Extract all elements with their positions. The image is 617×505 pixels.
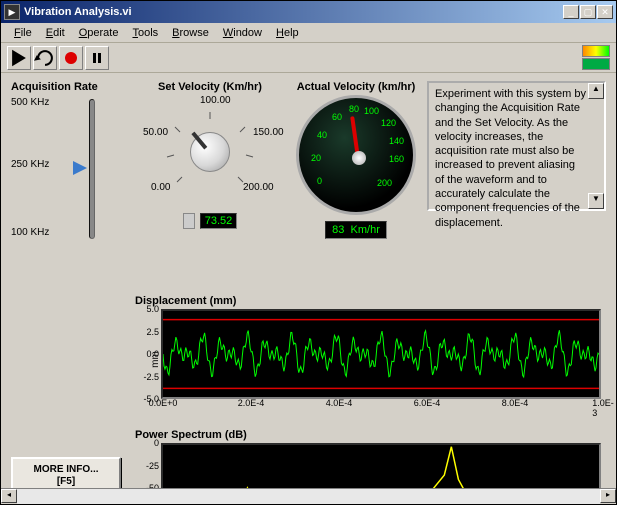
set-velocity-value[interactable]: 73.52 (200, 213, 238, 229)
maximize-button[interactable]: ▢ (580, 5, 596, 19)
run-button[interactable] (7, 46, 31, 70)
window-title: Vibration Analysis.vi (24, 6, 563, 18)
actual-velocity-block: Actual Velocity (km/hr) 0 20 40 60 80 10… (291, 81, 421, 291)
displacement-chart: 0.0E+02.0E-44.0E-46.0E-48.0E-41.0E-3 (161, 309, 601, 399)
displacement-chart-block: Displacement (mm) mm 0.0E+02.0E-44.0E-46… (135, 295, 606, 425)
info-text-box: Experiment with this system by changing … (427, 81, 606, 211)
menu-browse[interactable]: Browse (165, 25, 216, 41)
minimize-button[interactable]: _ (563, 5, 579, 19)
scroll-down-icon[interactable]: ▼ (588, 193, 604, 209)
power-title: Power Spectrum (dB) (135, 429, 606, 441)
status-indicator-icon (582, 58, 610, 70)
info-text: Experiment with this system by changing … (435, 88, 586, 229)
menu-file[interactable]: File (7, 25, 39, 41)
actual-velocity-gauge: 0 20 40 60 80 100 120 140 160 200 (296, 95, 416, 215)
record-button[interactable] (59, 46, 83, 70)
menu-help[interactable]: Help (269, 25, 306, 41)
slider-tick-100: 100 KHz (11, 227, 49, 238)
content-area: Acquisition Rate 500 KHz 250 KHz 100 KHz… (1, 73, 616, 488)
menu-operate[interactable]: Operate (72, 25, 126, 41)
acquisition-rate-slider[interactable]: 500 KHz 250 KHz 100 KHz (11, 99, 131, 249)
actual-velocity-label: Actual Velocity (km/hr) (291, 81, 421, 93)
close-button[interactable]: ✕ (597, 5, 613, 19)
more-info-button[interactable]: MORE INFO... [F5] (11, 457, 121, 488)
slider-tick-250: 250 KHz (11, 159, 49, 170)
actual-velocity-readout: 83 Km/hr (325, 221, 387, 239)
power-chart-block: Power Spectrum (dB) db 0.020.040.060.080… (135, 429, 606, 488)
toolbar (1, 43, 616, 73)
info-scrollbar[interactable]: ▲ ▼ (588, 83, 604, 209)
set-velocity-block: Set Velocity (Km/hr) 100.00 50.00 150.00… (135, 81, 285, 291)
signal-indicator-icon (582, 45, 610, 57)
scroll-up-icon[interactable]: ▲ (588, 83, 604, 99)
menubar: File Edit Operate Tools Browse Window He… (1, 23, 616, 43)
scroll-left-icon[interactable]: ◂ (1, 489, 17, 503)
menu-tools[interactable]: Tools (125, 25, 165, 41)
acquisition-rate-label: Acquisition Rate (11, 81, 131, 93)
scroll-right-icon[interactable]: ▸ (600, 489, 616, 503)
slider-thumb-icon[interactable] (73, 161, 87, 175)
titlebar: ▶ Vibration Analysis.vi _ ▢ ✕ (1, 1, 616, 23)
power-chart: 0.020.040.060.080.0100.0124.0 (161, 443, 601, 488)
set-velocity-dial[interactable]: 100.00 50.00 150.00 0.00 200.00 (145, 97, 275, 207)
menu-edit[interactable]: Edit (39, 25, 72, 41)
app-window: ▶ Vibration Analysis.vi _ ▢ ✕ File Edit … (0, 0, 617, 505)
displacement-title: Displacement (mm) (135, 295, 606, 307)
run-continuous-button[interactable] (33, 46, 57, 70)
pause-button[interactable] (85, 46, 109, 70)
set-velocity-label: Set Velocity (Km/hr) (135, 81, 285, 93)
app-icon: ▶ (4, 4, 20, 20)
horizontal-scrollbar[interactable]: ◂ ▸ (1, 488, 616, 504)
acquisition-rate-block: Acquisition Rate 500 KHz 250 KHz 100 KHz (11, 81, 131, 291)
menu-window[interactable]: Window (216, 25, 269, 41)
slider-tick-500: 500 KHz (11, 97, 49, 108)
velocity-stepper[interactable] (183, 213, 195, 229)
